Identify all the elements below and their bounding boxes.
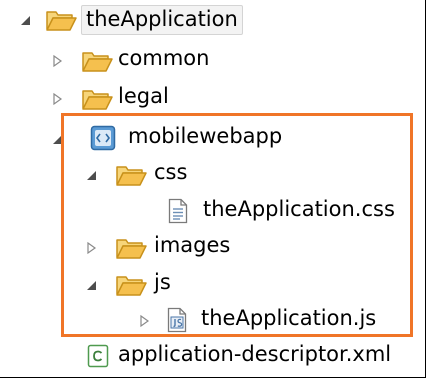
folder-icon bbox=[82, 90, 113, 110]
highlight-box bbox=[61, 113, 413, 337]
tree-item-label: legal bbox=[118, 84, 169, 108]
tree-item-label: common bbox=[118, 46, 210, 70]
folder-icon bbox=[82, 52, 113, 72]
xml-file-icon bbox=[87, 344, 109, 368]
tree-item-label: application-descriptor.xml bbox=[118, 342, 392, 366]
folder-open-icon bbox=[46, 11, 77, 31]
collapsed-arrow-icon[interactable] bbox=[50, 54, 64, 68]
collapsed-arrow-icon[interactable] bbox=[50, 92, 64, 106]
tree-item-label: theApplication bbox=[81, 5, 243, 35]
expanded-arrow-icon[interactable] bbox=[18, 13, 32, 27]
